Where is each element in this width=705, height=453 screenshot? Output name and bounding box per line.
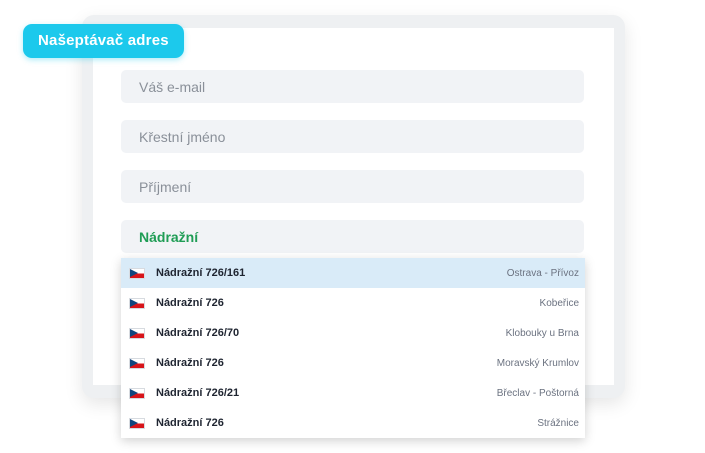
suggestion-street: Nádražní 726	[156, 417, 224, 429]
first-name-input[interactable]	[121, 120, 584, 153]
suggestion-street: Nádražní 726/161	[156, 267, 246, 279]
suggestion-street: Nádražní 726/70	[156, 327, 240, 339]
suggestion-item[interactable]: Nádražní 726 Moravský Krumlov	[121, 348, 585, 378]
street-input[interactable]	[121, 220, 584, 253]
suggestion-item[interactable]: Nádražní 726 Kobeřice	[121, 288, 585, 318]
czech-flag-icon	[129, 417, 145, 429]
suggestion-street: Nádražní 726	[156, 357, 224, 369]
suggestion-city: Strážnice	[537, 417, 579, 429]
suggestion-item[interactable]: Nádražní 726/161 Ostrava - Přívoz	[121, 258, 585, 288]
suggestion-city: Kobeřice	[539, 297, 579, 309]
czech-flag-icon	[129, 327, 145, 339]
suggestion-city: Ostrava - Přívoz	[506, 267, 579, 279]
suggestion-city: Klobouky u Brna	[505, 327, 579, 339]
czech-flag-icon	[129, 357, 145, 369]
suggestion-city: Moravský Krumlov	[496, 357, 579, 369]
address-suggestion-dropdown: Nádražní 726/161 Ostrava - Přívoz Nádraž…	[121, 258, 585, 438]
czech-flag-icon	[129, 297, 145, 309]
suggestion-item[interactable]: Nádražní 726/21 Břeclav - Poštorná	[121, 378, 585, 408]
czech-flag-icon	[129, 387, 145, 399]
suggestion-city: Břeclav - Poštorná	[496, 387, 579, 399]
email-input[interactable]	[121, 70, 584, 103]
suggestion-street: Nádražní 726	[156, 297, 224, 309]
last-name-input[interactable]	[121, 170, 584, 203]
suggestion-item[interactable]: Nádražní 726 Strážnice	[121, 408, 585, 438]
suggestion-street: Nádražní 726/21	[156, 387, 240, 399]
address-whisperer-badge: Našeptávač adres	[23, 24, 184, 58]
suggestion-item[interactable]: Nádražní 726/70 Klobouky u Brna	[121, 318, 585, 348]
czech-flag-icon	[129, 267, 145, 279]
